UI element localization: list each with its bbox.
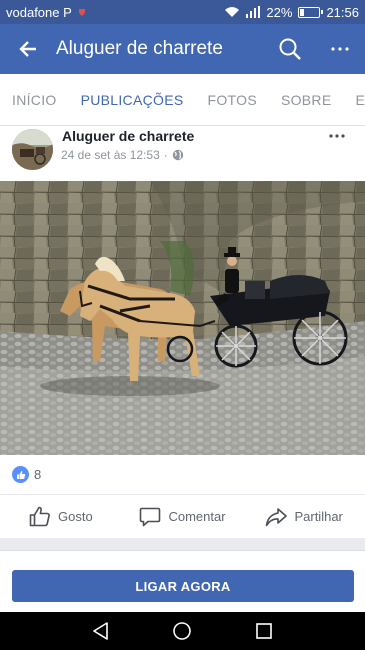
post-timestamp[interactable]: 24 de set às 12:53	[61, 148, 160, 162]
signal-icon	[246, 6, 261, 18]
page-title: Aluguer de charrete	[56, 38, 223, 59]
battery-percent: 22%	[266, 4, 293, 20]
recents-nav-icon[interactable]	[254, 621, 274, 641]
search-button[interactable]	[265, 24, 315, 74]
status-bar: vodafone P 22% 21:56	[0, 0, 365, 24]
tab-publicacoes[interactable]: PUBLICAÇÕES	[69, 74, 196, 125]
carrier-group: vodafone P	[6, 5, 87, 20]
wifi-icon	[225, 7, 240, 17]
back-nav-icon[interactable]	[91, 621, 111, 641]
back-button[interactable]	[0, 24, 56, 74]
home-nav-icon[interactable]	[172, 621, 192, 641]
like-reaction-icon	[12, 466, 29, 483]
avatar[interactable]	[12, 129, 53, 170]
call-now-button[interactable]: LIGAR AGORA	[12, 570, 354, 602]
meta-separator: ·	[163, 148, 168, 162]
post-author[interactable]: Aluguer de charrete	[62, 128, 194, 144]
back-arrow-icon	[19, 41, 36, 57]
notification-icon	[78, 9, 85, 16]
comment-icon	[140, 507, 161, 526]
more-horizontal-icon	[329, 134, 345, 138]
globe-icon	[172, 149, 183, 161]
carriage-photo	[0, 181, 365, 455]
carrier-name: vodafone P	[6, 4, 72, 20]
tab-inicio[interactable]: INÍCIO	[0, 74, 69, 125]
tab-eventos[interactable]: EVEN	[343, 74, 365, 125]
share-icon	[266, 507, 288, 526]
thumbs-up-icon	[29, 506, 50, 527]
section-gap	[0, 538, 365, 550]
more-options-button[interactable]	[315, 24, 365, 74]
like-count: 8	[34, 467, 42, 482]
comment-button[interactable]: Comentar	[122, 495, 244, 538]
battery-icon	[298, 6, 324, 18]
reaction-summary[interactable]: 8	[12, 466, 41, 483]
share-label: Partilhar	[294, 509, 343, 524]
page-tabs: INÍCIO PUBLICAÇÕES FOTOS SOBRE EVEN	[0, 74, 365, 126]
post-options-button[interactable]	[325, 126, 349, 146]
post-actions: Gosto Comentar Partilhar	[0, 494, 365, 538]
tab-sobre[interactable]: SOBRE	[269, 74, 344, 125]
post-meta: 24 de set às 12:53 ·	[61, 148, 184, 162]
comment-label: Comentar	[168, 509, 226, 524]
share-button[interactable]: Partilhar	[243, 495, 365, 538]
like-label: Gosto	[57, 509, 93, 524]
search-icon	[279, 38, 301, 60]
more-horizontal-icon	[331, 47, 349, 51]
post-card: Aluguer de charrete 24 de set às 12:53 ·	[0, 126, 365, 538]
post-photo[interactable]	[0, 181, 365, 455]
clock: 21:56	[326, 4, 359, 20]
system-nav-bar	[0, 612, 365, 650]
like-button[interactable]: Gosto	[0, 495, 122, 538]
post-header: Aluguer de charrete 24 de set às 12:53 ·	[0, 126, 365, 181]
cta-bar: LIGAR AGORA	[0, 550, 365, 612]
app-bar: Aluguer de charrete	[0, 24, 365, 74]
avatar-image	[12, 129, 53, 170]
tab-fotos[interactable]: FOTOS	[195, 74, 268, 125]
